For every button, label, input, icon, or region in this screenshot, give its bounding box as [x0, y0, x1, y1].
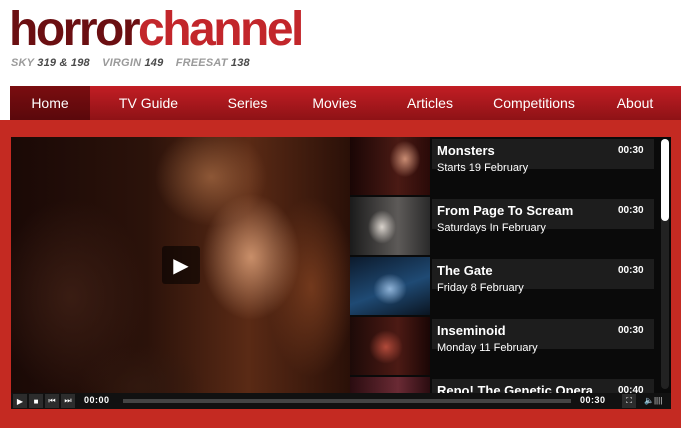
playlist-item-date: Monday 11 February: [437, 342, 538, 354]
nav-competitions[interactable]: Competitions: [479, 86, 589, 120]
playlist-item[interactable]: Inseminoid Monday 11 February 00:30: [350, 317, 655, 375]
playlist-item[interactable]: The Gate Friday 8 February 00:30: [350, 257, 655, 315]
total-time: 00:30: [580, 395, 606, 405]
nav-about[interactable]: About: [589, 86, 681, 120]
site-logo[interactable]: horrorchannel: [9, 3, 304, 56]
thumbnail-image: [350, 377, 430, 393]
video-playlist: Monsters Starts 19 February 00:30 From P…: [350, 137, 671, 393]
playlist-item[interactable]: Monsters Starts 19 February 00:30: [350, 137, 655, 195]
fullscreen-icon[interactable]: ⛶: [622, 394, 636, 408]
playlist-item-title: The Gate: [437, 263, 493, 278]
seek-bar[interactable]: [123, 399, 571, 403]
site-header: horrorchannel SKY 319 & 198 VIRGIN 149 F…: [0, 0, 681, 86]
main-nav: Home TV Guide Series Movies Articles Com…: [10, 86, 681, 120]
nav-home[interactable]: Home: [10, 86, 90, 120]
playlist-item-date: Friday 8 February: [437, 282, 524, 294]
playlist-scrollbar[interactable]: [661, 139, 669, 389]
stop-icon[interactable]: ■: [29, 394, 43, 408]
carrier-label-freesat: FREESAT: [175, 57, 228, 69]
carrier-number-sky: 319 & 198: [37, 57, 90, 69]
playlist-item-title: From Page To Scream: [437, 203, 574, 218]
playlist-item-date: Saturdays In February: [437, 222, 546, 234]
play-icon[interactable]: ▶: [162, 246, 200, 284]
thumbnail-image: [350, 137, 430, 195]
carrier-number-virgin: 149: [144, 57, 164, 69]
carrier-label-virgin: VIRGIN: [102, 57, 142, 69]
playlist-item-duration: 00:30: [618, 205, 644, 216]
playlist-item-title: Inseminoid: [437, 323, 506, 338]
carrier-number-freesat: 138: [230, 57, 250, 69]
channel-numbers: SKY 319 & 198 VIRGIN 149 FREESAT 138: [11, 57, 259, 69]
current-time: 00:00: [84, 395, 110, 405]
playlist-item[interactable]: Repo! The Genetic Opera 00:40: [350, 377, 655, 393]
thumbnail-image: [350, 317, 430, 375]
logo-word-channel: channel: [138, 3, 304, 56]
playlist-item-duration: 00:30: [618, 325, 644, 336]
nav-series[interactable]: Series: [207, 86, 288, 120]
carrier-label-sky: SKY: [11, 57, 35, 69]
playlist-item-date: Starts 19 February: [437, 162, 529, 174]
playlist-item[interactable]: From Page To Scream Saturdays In Februar…: [350, 197, 655, 255]
thumbnail-image: [350, 197, 430, 255]
playlist-item-duration: 00:40: [618, 385, 644, 393]
nav-tv-guide[interactable]: TV Guide: [90, 86, 207, 120]
volume-icon[interactable]: 🔈||||: [644, 395, 670, 407]
previous-icon[interactable]: ⏮: [45, 394, 59, 408]
playlist-item-duration: 00:30: [618, 145, 644, 156]
thumbnail-image: [350, 257, 430, 315]
playlist-scroll-thumb[interactable]: [661, 139, 669, 221]
playlist-item-title: Repo! The Genetic Opera: [437, 383, 594, 393]
play-control-icon[interactable]: ▶: [13, 394, 27, 408]
player-controls: ▶ ■ ⏮ ⏭ 00:00 00:30 ⛶ 🔈||||: [11, 393, 671, 409]
nav-articles[interactable]: Articles: [381, 86, 479, 120]
nav-movies[interactable]: Movies: [288, 86, 381, 120]
playlist-item-title: Monsters: [437, 143, 495, 158]
playlist-item-duration: 00:30: [618, 265, 644, 276]
logo-word-horror: horror: [9, 3, 141, 56]
next-icon[interactable]: ⏭: [61, 394, 75, 408]
video-player[interactable]: ▶: [11, 137, 350, 393]
